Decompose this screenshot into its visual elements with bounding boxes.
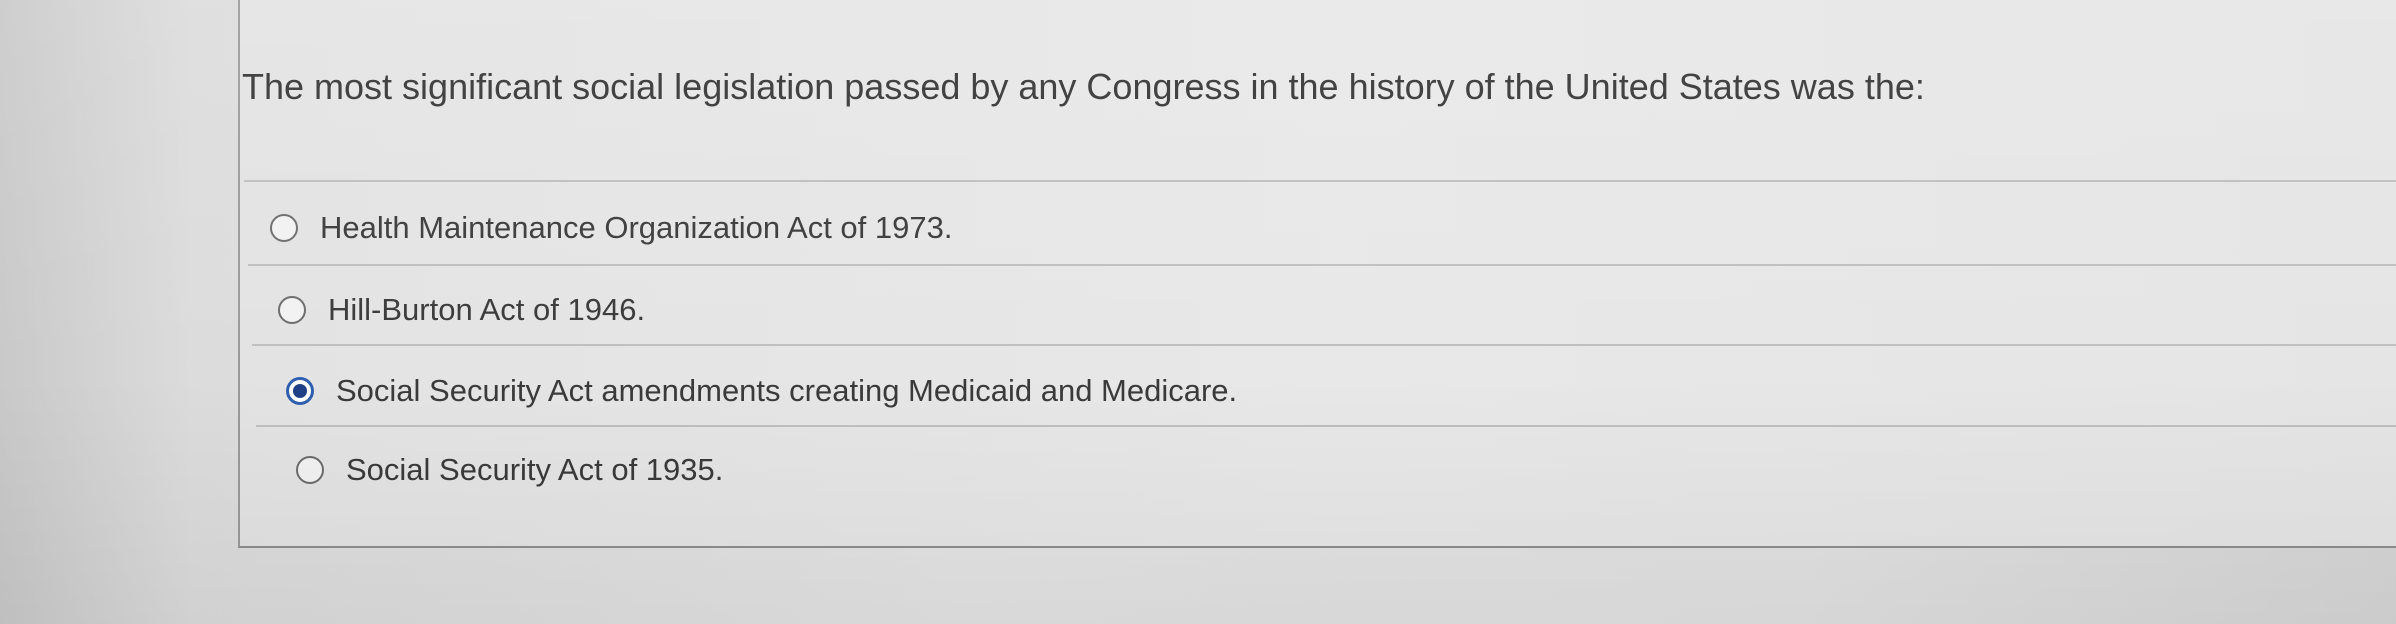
radio-button-selected[interactable]: [286, 377, 314, 405]
answer-option-4[interactable]: Social Security Act of 1935.: [296, 452, 723, 488]
divider: [248, 264, 2396, 266]
answer-option-3[interactable]: Social Security Act amendments creating …: [286, 373, 1237, 409]
question-text: The most significant social legislation …: [242, 66, 1925, 107]
option-label: Hill-Burton Act of 1946.: [328, 292, 646, 327]
divider: [256, 425, 2396, 427]
option-label: Social Security Act amendments creating …: [336, 373, 1238, 408]
answer-option-1[interactable]: Health Maintenance Organization Act of 1…: [270, 210, 952, 246]
option-label: Social Security Act of 1935.: [346, 452, 724, 487]
question-card: The most significant social legislation …: [238, 0, 2396, 548]
answer-option-2[interactable]: Hill-Burton Act of 1946.: [278, 292, 645, 328]
radio-button[interactable]: [296, 456, 324, 484]
radio-button[interactable]: [270, 214, 298, 242]
radio-button[interactable]: [278, 296, 306, 324]
divider: [252, 344, 2396, 346]
divider: [244, 180, 2396, 182]
option-label: Health Maintenance Organization Act of 1…: [320, 210, 953, 245]
